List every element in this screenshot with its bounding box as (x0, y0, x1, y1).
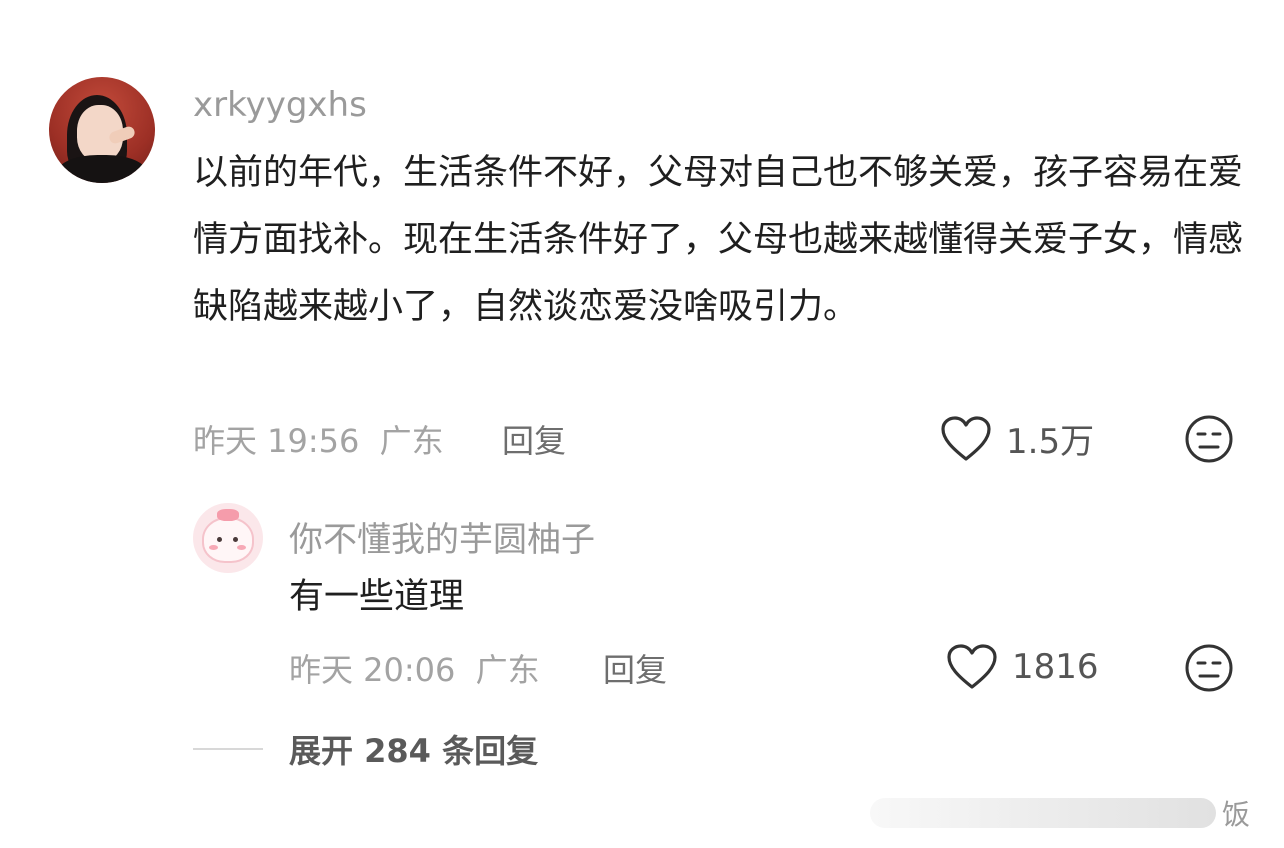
dislike-button[interactable] (1184, 414, 1234, 468)
heart-outline-icon (941, 415, 991, 461)
watermark-bar (870, 798, 1216, 828)
reply-like-button[interactable]: 1816 (946, 643, 1099, 691)
reply-reply-button[interactable]: 回复 (603, 645, 667, 691)
expand-replies-label: 展开 284 条回复 (289, 732, 539, 770)
like-count: 1.5万 (1006, 422, 1095, 462)
reply-location: 广东 (475, 651, 540, 689)
expand-replies-button[interactable]: 展开 284 条回复 (193, 726, 538, 772)
watermark-text: 饭 (1221, 798, 1250, 831)
reply-dislike-button[interactable] (1184, 643, 1234, 697)
comment-thread: xrkyygxhs 以前的年代，生活条件不好，父母对自己也不够关爱，孩子容易在爱… (0, 0, 1284, 848)
watermark: 饭 (870, 795, 1250, 831)
reply-button[interactable]: 回复 (502, 416, 566, 462)
neutral-face-icon (1185, 415, 1233, 463)
comment-username[interactable]: xrkyygxhs (193, 85, 367, 125)
comment-time: 昨天 19:56 (193, 422, 360, 460)
heart-outline-icon (947, 644, 997, 689)
reply-meta: 昨天 20:06 广东 (289, 645, 540, 691)
reply-username[interactable]: 你不懂我的芋圆柚子 (289, 512, 595, 561)
reply-like-count: 1816 (1012, 647, 1099, 687)
comment-text: 以前的年代，生活条件不好，父母对自己也不够关爱，孩子容易在爱情方面找补。现在生活… (193, 153, 1244, 327)
comment-location: 广东 (379, 422, 444, 460)
neutral-face-icon (1185, 644, 1233, 692)
expand-divider (193, 748, 263, 750)
reply-text: 有一些道理 (289, 577, 465, 617)
reply-time: 昨天 20:06 (289, 651, 456, 689)
comment-meta: 昨天 19:56 广东 (193, 416, 444, 462)
reply-avatar[interactable] (193, 503, 263, 573)
like-button[interactable]: 1.5万 (940, 414, 1094, 463)
avatar[interactable] (49, 77, 155, 183)
